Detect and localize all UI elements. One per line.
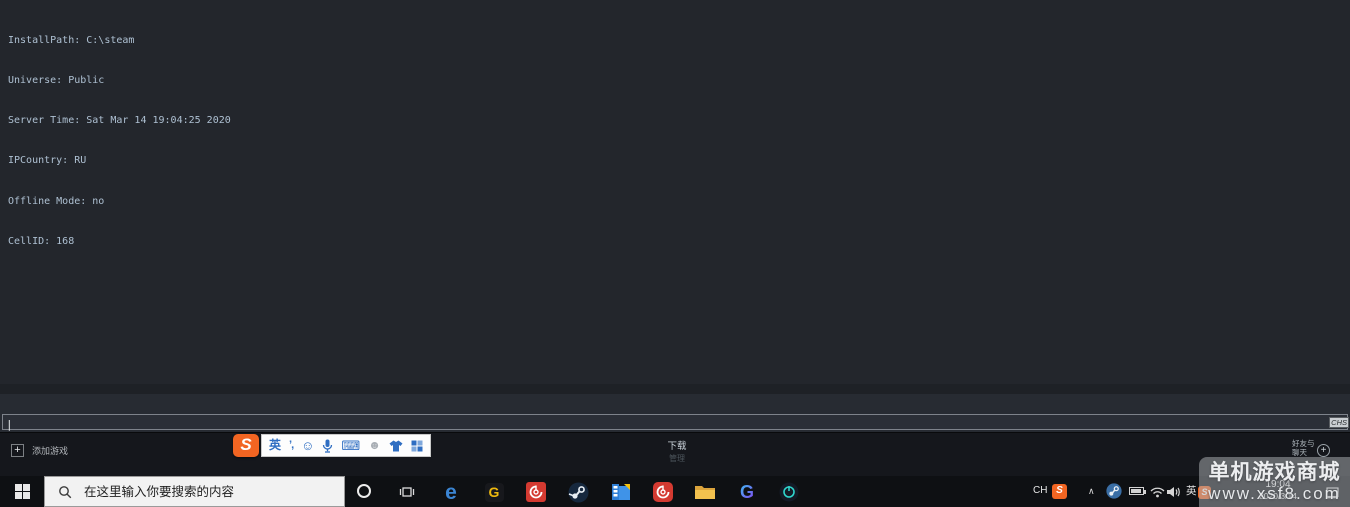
cortana-icon[interactable] xyxy=(357,484,371,498)
netease-spiral-glyph xyxy=(526,482,546,502)
film-strip-glyph xyxy=(612,484,630,500)
friends-label-line2: 聊天 xyxy=(1292,448,1307,457)
sogou-toolbar-tray: 英 ’, ☺ ⌨ ☻ xyxy=(261,434,431,457)
text-caret: | xyxy=(6,418,13,431)
gradient-g-app-icon[interactable]: G xyxy=(736,481,758,503)
add-friend-icon[interactable]: + xyxy=(1317,444,1330,457)
tray-language-indicator[interactable]: 英 xyxy=(1186,485,1197,497)
steam-app-icon[interactable] xyxy=(567,481,589,503)
dictionary-icon[interactable]: ☻ xyxy=(368,439,381,452)
edge-browser-icon[interactable]: e xyxy=(440,481,462,503)
toolbox-grid-icon[interactable] xyxy=(411,440,423,452)
console-line: InstallPath: C:\steam xyxy=(8,34,135,46)
wifi-glyph xyxy=(1150,487,1165,498)
action-center-glyph xyxy=(1326,487,1339,499)
console-line: IPCountry: RU xyxy=(8,155,87,167)
taskbar-search-box[interactable] xyxy=(44,476,345,507)
media-player-icon[interactable] xyxy=(610,481,632,503)
search-icon xyxy=(59,485,72,498)
speaker-icon[interactable] xyxy=(1166,485,1180,503)
action-center-icon[interactable] xyxy=(1326,486,1339,504)
ime-chs-badge: CHS xyxy=(1329,417,1349,428)
search-input[interactable] xyxy=(84,484,314,499)
downloads-status[interactable]: 下载 管理 xyxy=(647,438,707,464)
tray-sogou-icon[interactable]: S xyxy=(1052,484,1067,499)
punctuation-toggle-icon[interactable]: ’, xyxy=(289,439,294,452)
battery-icon[interactable] xyxy=(1129,487,1146,495)
friends-label-line1: 好友与 xyxy=(1292,439,1315,448)
plus-icon: + xyxy=(11,444,24,457)
netease-music-icon-2[interactable] xyxy=(652,481,674,503)
virtual-keyboard-icon[interactable]: ⌨ xyxy=(341,439,360,452)
taskbar-clock[interactable]: 19:04 2020/3/14 xyxy=(1243,479,1313,502)
battery-body xyxy=(1129,487,1146,495)
skin-shirt-icon[interactable] xyxy=(389,440,403,452)
sogou-logo-icon[interactable]: S xyxy=(233,434,259,457)
yellow-accelerator-icon[interactable]: G xyxy=(483,481,505,503)
console-line: CellID: 168 xyxy=(8,235,75,247)
shirt-glyph xyxy=(389,440,403,451)
grid-glyph xyxy=(411,440,423,451)
speaker-glyph xyxy=(1167,487,1180,497)
battery-fill xyxy=(1131,489,1141,493)
netease-music-icon[interactable] xyxy=(525,481,547,503)
microphone-icon[interactable] xyxy=(322,439,333,453)
task-view-icon[interactable] xyxy=(396,481,418,503)
gradient-g-letter: G xyxy=(739,482,754,502)
console-output: InstallPath: C:\steam Universe: Public S… xyxy=(8,7,231,262)
sogou-ime-toolbar: S 英 ’, ☺ ⌨ ☻ xyxy=(233,434,431,457)
start-button[interactable] xyxy=(0,476,44,507)
steam-piston-glyph xyxy=(1106,483,1122,499)
task-view-glyph xyxy=(399,487,415,497)
clock-date: 2020/3/14 xyxy=(1259,491,1297,501)
tray-ch-indicator[interactable]: CH xyxy=(1033,485,1047,497)
microphone-glyph xyxy=(323,439,333,453)
add-game-button[interactable]: + 添加游戏 xyxy=(11,444,68,457)
yellow-app-letter: G xyxy=(484,482,504,502)
clock-time: 19:04 xyxy=(1265,479,1291,490)
downloads-label: 下载 xyxy=(667,441,687,452)
folder-glyph xyxy=(695,486,715,499)
console-command-input[interactable]: | xyxy=(2,414,1348,431)
wifi-icon[interactable] xyxy=(1150,485,1165,503)
tray-steam-icon[interactable] xyxy=(1106,483,1122,504)
sogou-s-letter: S xyxy=(1052,484,1067,499)
ime-language-toggle[interactable]: 英 xyxy=(269,439,281,452)
console-line: Server Time: Sat Mar 14 19:04:25 2020 xyxy=(8,115,231,127)
battery-nub xyxy=(1144,490,1146,494)
steam-piston-glyph xyxy=(568,482,588,502)
tray-overflow-chevron-icon[interactable]: ∧ xyxy=(1088,486,1095,497)
friends-chat-label[interactable]: 好友与 聊天 xyxy=(1292,439,1315,457)
downloads-manage-label: 管理 xyxy=(669,454,685,463)
add-game-label: 添加游戏 xyxy=(32,446,69,456)
console-divider xyxy=(0,384,1350,394)
netease-spiral-glyph xyxy=(653,482,673,502)
sogou-s-letter: S xyxy=(1198,486,1211,499)
file-explorer-icon[interactable] xyxy=(694,481,716,503)
windows-logo-icon xyxy=(14,484,30,499)
edge-letter: e xyxy=(445,480,457,504)
console-line: Offline Mode: no xyxy=(8,195,105,207)
power-utility-icon[interactable] xyxy=(778,481,800,503)
emoji-icon[interactable]: ☺ xyxy=(301,439,314,452)
tray-sogou-icon-2[interactable]: S xyxy=(1198,486,1211,499)
power-glyph xyxy=(779,482,799,502)
console-line: Universe: Public xyxy=(8,75,105,87)
